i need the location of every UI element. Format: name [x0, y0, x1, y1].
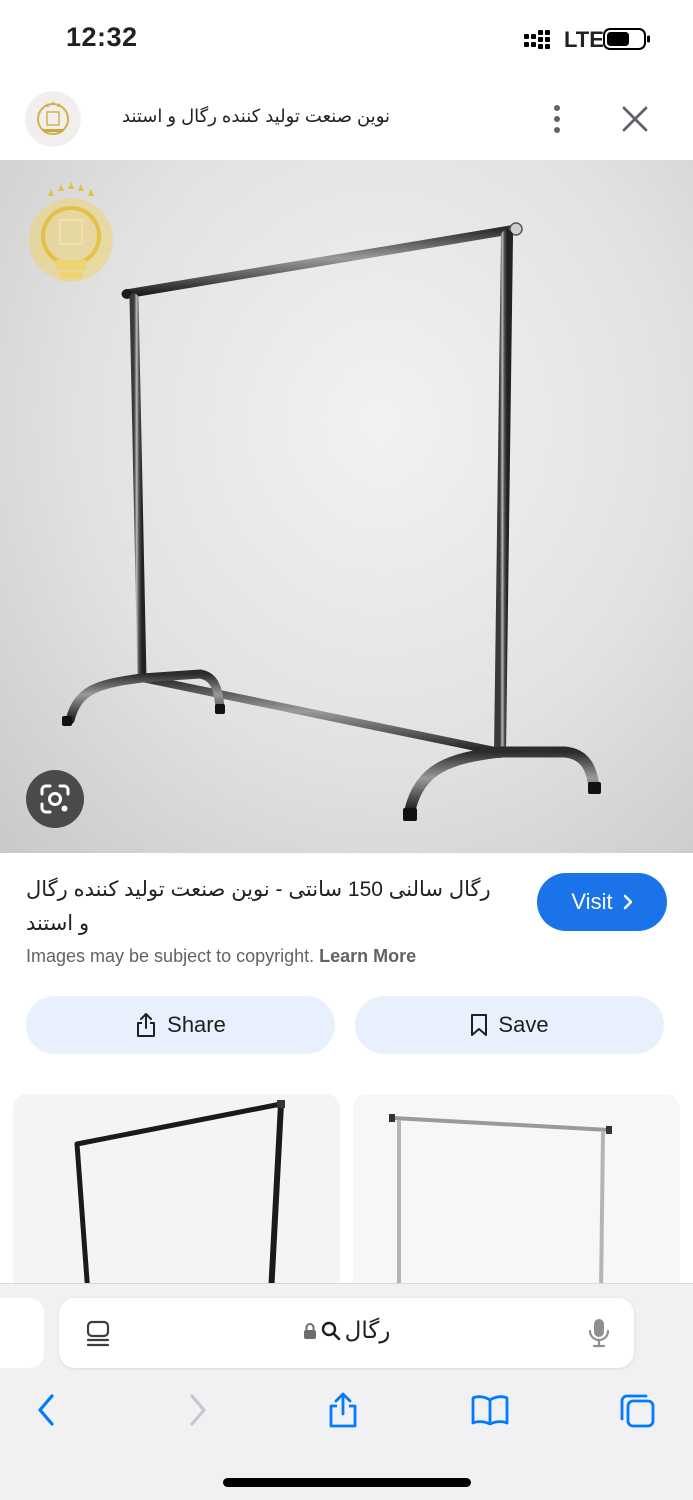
- back-button[interactable]: [20, 1384, 72, 1436]
- address-value: رگال: [344, 1317, 391, 1343]
- share-sheet-button[interactable]: [317, 1384, 369, 1436]
- chevron-right-icon: [623, 894, 632, 910]
- visit-button[interactable]: Visit: [537, 873, 667, 931]
- share-icon: [137, 1013, 156, 1037]
- more-vertical-icon: [554, 105, 560, 133]
- site-header: نوین صنعت تولید کننده رگال و استند: [0, 82, 693, 160]
- status-bar: 12:32 LTE: [0, 0, 693, 80]
- more-options-button[interactable]: [540, 98, 574, 140]
- address-bar[interactable]: رگال: [59, 1298, 634, 1368]
- chevron-left-icon: [38, 1394, 54, 1426]
- home-indicator: [223, 1478, 471, 1487]
- bookmarks-button[interactable]: [464, 1384, 516, 1436]
- related-image-2[interactable]: [353, 1094, 680, 1294]
- bookmark-icon: [471, 1014, 488, 1036]
- lens-search-button[interactable]: [26, 770, 84, 828]
- close-button[interactable]: [614, 98, 656, 140]
- garment-rack-image: [29, 182, 601, 821]
- share-button[interactable]: Share: [26, 996, 335, 1054]
- learn-more-link[interactable]: Learn More: [319, 946, 416, 966]
- tabs-icon: [620, 1394, 655, 1428]
- visit-label: Visit: [571, 889, 613, 914]
- related-image-1[interactable]: [13, 1094, 340, 1294]
- site-title[interactable]: نوین صنعت تولید کننده رگال و استند: [100, 106, 390, 127]
- result-title[interactable]: رگال سالنی 150 سانتی - نوین صنعت تولید ک…: [26, 873, 506, 941]
- site-logo-icon[interactable]: [25, 91, 81, 147]
- copyright-notice: Images may be subject to copyright. Lear…: [26, 946, 416, 967]
- microphone-icon[interactable]: [587, 1317, 611, 1349]
- tabs-button[interactable]: [611, 1384, 663, 1436]
- watermark-logo: [29, 182, 113, 282]
- share-icon: [329, 1392, 357, 1428]
- save-label: Save: [498, 1012, 549, 1037]
- lens-icon: [40, 784, 70, 814]
- save-button[interactable]: Save: [355, 996, 664, 1054]
- status-time: 12:32: [66, 22, 138, 52]
- close-icon: [622, 106, 648, 132]
- copyright-text: Images may be subject to copyright.: [26, 946, 315, 966]
- lock-icon: [303, 1322, 316, 1339]
- share-label: Share: [167, 1012, 226, 1037]
- main-product-image[interactable]: [0, 160, 693, 853]
- search-icon: [321, 1321, 340, 1340]
- chrome-rack-thumbnail: [389, 1114, 612, 1294]
- signal-icon: [524, 30, 550, 49]
- forward-button[interactable]: [172, 1384, 224, 1436]
- open-book-icon: [471, 1395, 509, 1426]
- previous-tab-preview[interactable]: [0, 1298, 44, 1368]
- battery-icon: [603, 28, 650, 50]
- black-rack-thumbnail: [74, 1100, 285, 1294]
- address-text[interactable]: رگال: [59, 1317, 634, 1344]
- chevron-right-icon: [190, 1394, 206, 1426]
- network-label: LTE: [564, 27, 604, 52]
- browser-toolbar: رگال: [0, 1283, 693, 1500]
